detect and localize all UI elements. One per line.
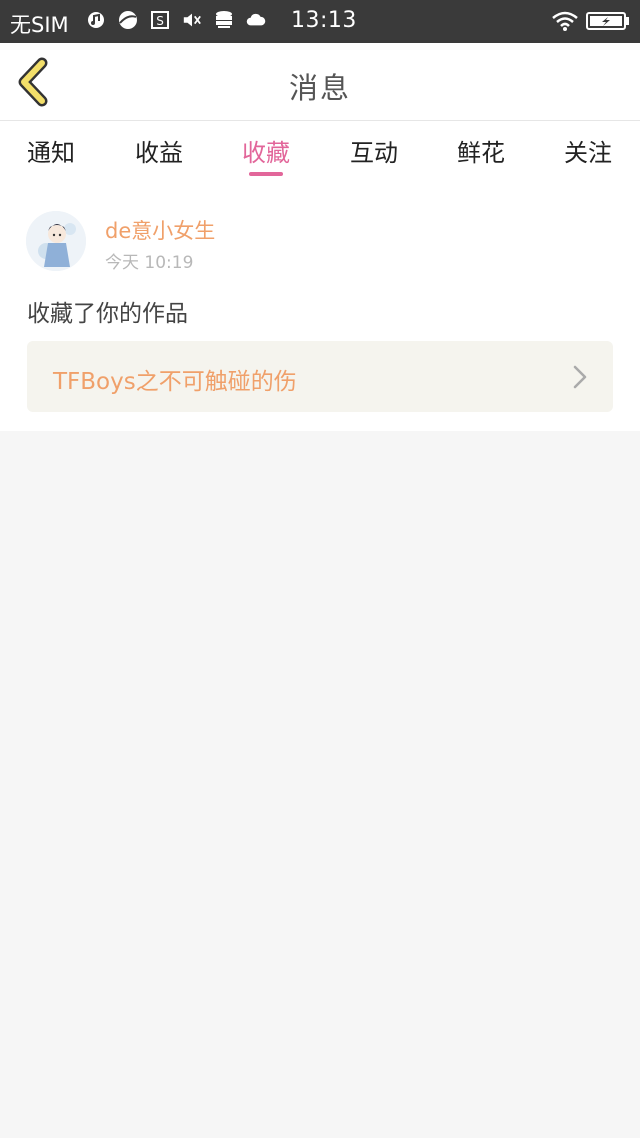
active-tab-indicator xyxy=(249,172,283,176)
clock: 13:13 xyxy=(291,8,357,33)
svg-text:S: S xyxy=(156,14,164,28)
username[interactable]: de意小女生 xyxy=(105,215,215,245)
cloud-icon xyxy=(246,10,266,30)
tab-earnings[interactable]: 收益 xyxy=(114,133,204,168)
avatar[interactable] xyxy=(26,211,86,271)
work-link[interactable]: TFBoys之不可触碰的伤 xyxy=(27,341,613,412)
tab-flowers[interactable]: 鲜花 xyxy=(436,133,526,168)
app-header: 消息 xyxy=(0,43,640,121)
tab-following[interactable]: 关注 xyxy=(543,133,633,168)
page-title: 消息 xyxy=(288,71,351,105)
message-text: 收藏了你的作品 xyxy=(27,301,188,327)
data-icon xyxy=(214,10,234,30)
tab-favorites[interactable]: 收藏 xyxy=(221,133,311,168)
message-item: de意小女生 今天 10:19 收藏了你的作品 TFBoys之不可触碰的伤 xyxy=(0,179,640,431)
s-badge-icon: S xyxy=(150,10,170,30)
battery-icon xyxy=(586,12,629,30)
status-bar: 无SIM S 13:13 xyxy=(0,0,640,43)
mute-icon xyxy=(182,10,202,30)
tab-notifications[interactable]: 通知 xyxy=(6,133,96,168)
wifi-icon xyxy=(552,11,578,35)
tab-bar: 通知 收益 收藏 互动 鲜花 关注 xyxy=(0,121,640,179)
browser-icon xyxy=(118,10,138,30)
timestamp: 今天 10:19 xyxy=(105,253,194,273)
status-icons: S xyxy=(86,10,266,30)
music-icon xyxy=(86,10,106,30)
chevron-right-icon xyxy=(573,365,587,389)
tab-interactions[interactable]: 互动 xyxy=(329,133,419,168)
carrier-label: 无SIM xyxy=(10,13,69,37)
work-title: TFBoys之不可触碰的伤 xyxy=(53,369,297,395)
